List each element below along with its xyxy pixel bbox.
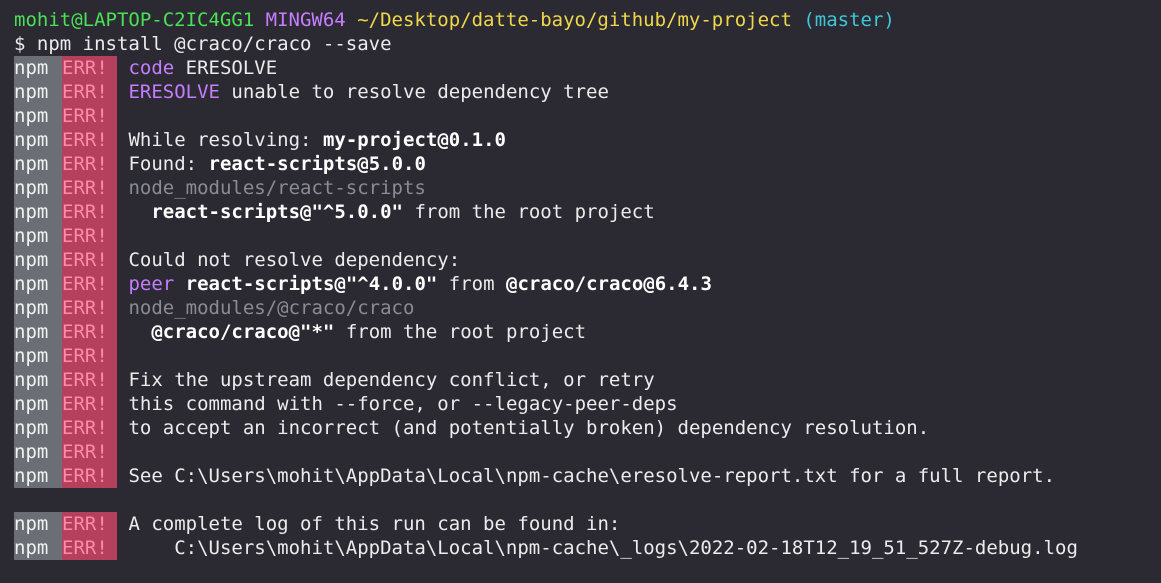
err-tag: ERR!: [62, 224, 117, 248]
npm-tag: npm: [14, 368, 62, 392]
npm-tag: npm: [14, 416, 62, 440]
err-tag: ERR!: [62, 320, 117, 344]
npm-tag: npm: [14, 56, 62, 80]
log-line: npm ERR!: [14, 104, 117, 128]
npm-tag: npm: [14, 152, 62, 176]
err-tag: ERR!: [62, 536, 117, 560]
prompt-title-line: mohit@LAPTOP-C2IC4GG1 MINGW64 ~/Desktop/…: [14, 8, 895, 32]
git-branch: (master): [803, 9, 895, 31]
npm-tag: npm: [14, 536, 62, 560]
err-tag: ERR!: [62, 464, 117, 488]
user-host: mohit@LAPTOP-C2IC4GG1: [14, 9, 255, 31]
npm-tag: npm: [14, 320, 62, 344]
log-line: npm ERR! C:\Users\mohit\AppData\Local\npm…: [14, 536, 1078, 560]
log-line: npm ERR! While resolving: my-project@0.1.…: [14, 128, 506, 152]
npm-tag: npm: [14, 128, 62, 152]
npm-tag: npm: [14, 296, 62, 320]
log-line: npm ERR! node_modules/@craco/craco: [14, 296, 415, 320]
log-line: npm ERR!: [14, 344, 117, 368]
npm-tag: npm: [14, 176, 62, 200]
log-line: npm ERR! See C:\Users\mohit\AppData\Local…: [14, 464, 1056, 488]
npm-tag: npm: [14, 344, 62, 368]
prompt-symbol: $: [14, 33, 26, 55]
err-tag: ERR!: [62, 176, 117, 200]
err-tag: ERR!: [62, 200, 117, 224]
npm-tag: npm: [14, 464, 62, 488]
err-tag: ERR!: [62, 368, 117, 392]
log-line: npm ERR! @craco/craco@"*" from the root p…: [14, 320, 587, 344]
npm-tag: npm: [14, 272, 62, 296]
log-line: npm ERR! Fix the upstream dependency conf…: [14, 368, 655, 392]
err-tag: ERR!: [62, 296, 117, 320]
env-label: MINGW64: [265, 9, 346, 31]
log-line: npm ERR! to accept an incorrect (and pote…: [14, 416, 930, 440]
npm-tag: npm: [14, 224, 62, 248]
err-tag: ERR!: [62, 392, 117, 416]
err-tag: ERR!: [62, 128, 117, 152]
current-path: ~/Desktop/datte-bayo/github/my-project: [357, 9, 792, 31]
log-line: npm ERR! Found: react-scripts@5.0.0: [14, 152, 426, 176]
err-tag: ERR!: [62, 80, 117, 104]
log-line: npm ERR! code ERESOLVE: [14, 56, 278, 80]
command-line: $ npm install @craco/craco --save: [14, 32, 392, 56]
err-tag: ERR!: [62, 56, 117, 80]
log-line: npm ERR! node_modules/react-scripts: [14, 176, 426, 200]
log-line: npm ERR!: [14, 224, 117, 248]
log-line: npm ERR!: [14, 440, 117, 464]
err-tag: ERR!: [62, 104, 117, 128]
log-line: npm ERR! ERESOLVE unable to resolve depen…: [14, 80, 609, 104]
err-tag: ERR!: [62, 416, 117, 440]
npm-tag: npm: [14, 392, 62, 416]
err-tag: ERR!: [62, 272, 117, 296]
err-tag: ERR!: [62, 440, 117, 464]
npm-tag: npm: [14, 80, 62, 104]
log-line: npm ERR! A complete log of this run can b…: [14, 512, 621, 536]
err-tag: ERR!: [62, 152, 117, 176]
log-line: npm ERR! react-scripts@"^5.0.0" from the …: [14, 200, 655, 224]
log-line: npm ERR! Could not resolve dependency:: [14, 248, 461, 272]
npm-tag: npm: [14, 248, 62, 272]
err-tag: ERR!: [62, 512, 117, 536]
err-tag: ERR!: [62, 248, 117, 272]
npm-tag: npm: [14, 104, 62, 128]
log-line: npm ERR! this command with --force, or --…: [14, 392, 678, 416]
npm-tag: npm: [14, 200, 62, 224]
log-line: npm ERR! peer react-scripts@"^4.0.0" from…: [14, 272, 712, 296]
npm-tag: npm: [14, 512, 62, 536]
terminal-window[interactable]: mohit@LAPTOP-C2IC4GG1 MINGW64 ~/Desktop/…: [0, 0, 1161, 583]
command-text: npm install @craco/craco --save: [36, 33, 392, 55]
err-tag: ERR!: [62, 344, 117, 368]
npm-tag: npm: [14, 440, 62, 464]
